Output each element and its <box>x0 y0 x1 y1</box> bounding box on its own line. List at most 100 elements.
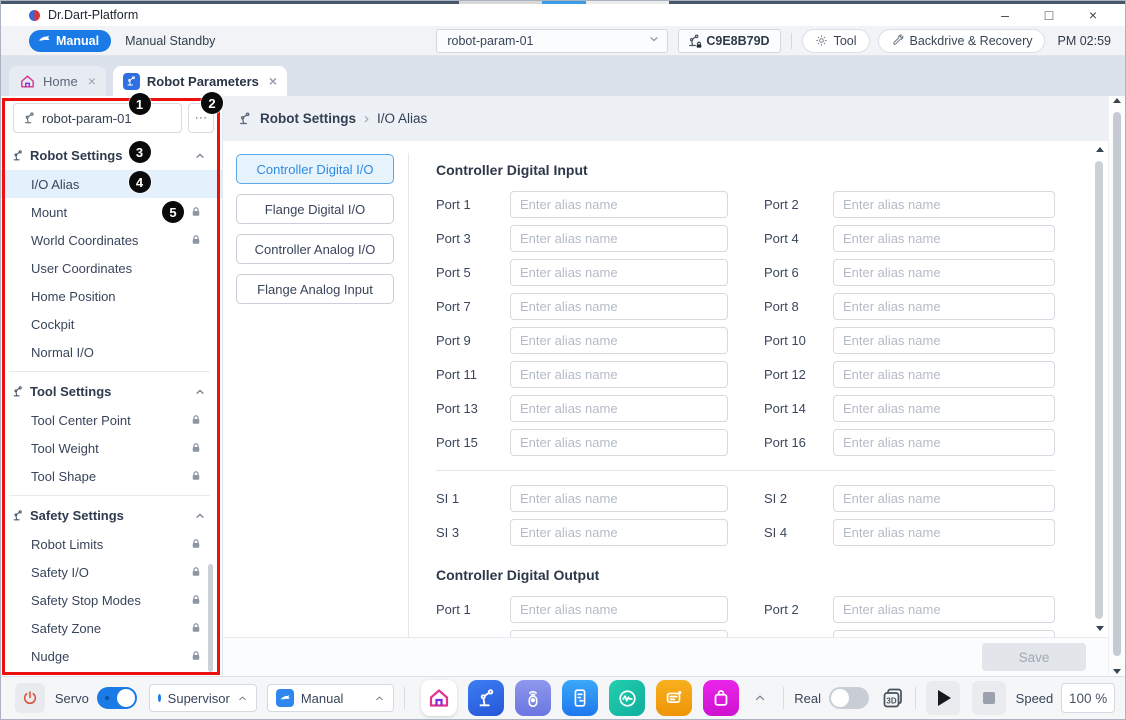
alias-input[interactable] <box>510 361 728 388</box>
alias-input[interactable] <box>510 596 728 623</box>
home-app-icon[interactable] <box>421 680 457 716</box>
scroll-up-icon[interactable] <box>1096 147 1104 152</box>
close-button[interactable]: × <box>1071 5 1115 25</box>
sidebar-item-home-position[interactable]: Home Position <box>1 282 222 310</box>
alias-input[interactable] <box>833 293 1055 320</box>
store-app-icon[interactable] <box>703 680 739 716</box>
page-scrollbar[interactable] <box>1108 96 1125 676</box>
alias-input[interactable] <box>833 395 1055 422</box>
io-button-controller-digital-i-o[interactable]: Controller Digital I/O <box>236 154 394 184</box>
save-button[interactable]: Save <box>982 643 1086 671</box>
alias-input[interactable] <box>510 259 728 286</box>
backdrive-recovery-button[interactable]: Backdrive & Recovery <box>878 29 1046 53</box>
sidebar-item-safety-i-o[interactable]: Safety I/O <box>1 558 222 586</box>
scroll-up-icon[interactable] <box>1113 98 1121 103</box>
form-divider <box>436 470 1055 471</box>
sidebar-item-tool-center-point[interactable]: Tool Center Point <box>1 406 222 434</box>
sidebar-item-robot-limits[interactable]: Robot Limits <box>1 530 222 558</box>
play-button[interactable] <box>926 681 960 715</box>
stop-button[interactable] <box>972 681 1006 715</box>
alias-input[interactable] <box>510 225 728 252</box>
lock-icon <box>190 414 202 426</box>
app-logo-icon <box>29 10 40 21</box>
sidebar-item-mount[interactable]: Mount <box>1 198 222 226</box>
alias-input[interactable] <box>510 429 728 456</box>
sidebar-item-normal-i-o[interactable]: Normal I/O <box>1 338 222 366</box>
tab-robot-parameters[interactable]: Robot Parameters× <box>113 66 287 96</box>
task-writer-app-icon[interactable] <box>562 680 598 716</box>
robot-params-app-icon[interactable] <box>468 680 504 716</box>
remote-control-app-icon[interactable] <box>515 680 551 716</box>
alias-input[interactable] <box>510 485 728 512</box>
param-select-dropdown[interactable]: robot-param-01 <box>436 29 668 53</box>
manual-mode-button[interactable]: Manual <box>29 30 111 52</box>
viewer-3d-button[interactable]: 3D <box>881 686 905 710</box>
alias-row: SI 3SI 4 <box>436 519 1108 546</box>
parameters-sidebar: robot-param-01 ⋯ Robot SettingsI/O Alias… <box>1 96 223 676</box>
bottom-toolbar: Servo Supervisor Manual Real 3D Speed 10… <box>1 676 1125 719</box>
alias-input[interactable] <box>833 429 1055 456</box>
mode-select[interactable]: Manual <box>267 684 394 712</box>
alias-row: Port 15Port 16 <box>436 429 1108 456</box>
lock-icon <box>190 470 202 482</box>
io-button-controller-analog-i-o[interactable]: Controller Analog I/O <box>236 234 394 264</box>
tab-close-icon[interactable]: × <box>269 73 277 89</box>
alias-input[interactable] <box>833 485 1055 512</box>
servo-toggle[interactable] <box>97 687 137 709</box>
minimize-button[interactable]: – <box>983 5 1027 25</box>
tab-close-icon[interactable]: × <box>88 73 96 89</box>
io-button-flange-digital-i-o[interactable]: Flange Digital I/O <box>236 194 394 224</box>
page-scrollbar-thumb[interactable] <box>1113 112 1121 656</box>
port-label: Port 4 <box>764 231 833 246</box>
alias-input[interactable] <box>510 191 728 218</box>
servo-power-button[interactable] <box>15 683 45 713</box>
robot-serial-button[interactable]: C9E8B79D <box>678 29 780 53</box>
robot-icon <box>11 509 24 522</box>
alias-input[interactable] <box>833 596 1055 623</box>
scroll-down-icon[interactable] <box>1113 669 1121 674</box>
role-select[interactable]: Supervisor <box>149 684 257 712</box>
sidebar-item-tool-shape[interactable]: Tool Shape <box>1 462 222 490</box>
breadcrumb-parent[interactable]: Robot Settings <box>260 111 356 126</box>
sidebar-item-safety-zone[interactable]: Safety Zone <box>1 614 222 642</box>
maximize-button[interactable]: □ <box>1027 5 1071 25</box>
sidebar-item-world-coordinates[interactable]: World Coordinates <box>1 226 222 254</box>
section-header-robot-settings[interactable]: Robot Settings <box>1 141 222 170</box>
message-app-icon[interactable] <box>656 680 692 716</box>
sidebar-scrollbar-thumb[interactable] <box>208 564 213 672</box>
monitoring-app-icon[interactable] <box>609 680 645 716</box>
section-divider <box>9 371 210 372</box>
alias-input[interactable] <box>833 259 1055 286</box>
alias-input[interactable] <box>833 225 1055 252</box>
dock-expand-button[interactable] <box>753 691 767 705</box>
sidebar-item-tool-weight[interactable]: Tool Weight <box>1 434 222 462</box>
param-name-field[interactable]: robot-param-01 <box>13 103 182 133</box>
alias-input[interactable] <box>510 395 728 422</box>
content-scrollbar-thumb[interactable] <box>1095 161 1103 619</box>
alias-input[interactable] <box>510 630 728 637</box>
alias-input[interactable] <box>510 519 728 546</box>
sidebar-item-nudge[interactable]: Nudge <box>1 642 222 670</box>
alias-input[interactable] <box>833 191 1055 218</box>
port-label: Port 1 <box>436 602 510 617</box>
real-sim-toggle[interactable] <box>829 687 869 709</box>
sidebar-item-i-o-alias[interactable]: I/O Alias <box>1 170 222 198</box>
alias-input[interactable] <box>510 293 728 320</box>
scroll-down-icon[interactable] <box>1096 626 1104 631</box>
section-header-safety-settings[interactable]: Safety Settings <box>1 501 222 530</box>
tab-home[interactable]: Home× <box>9 66 106 96</box>
alias-input[interactable] <box>833 630 1055 637</box>
tool-button[interactable]: Tool <box>802 29 870 53</box>
sidebar-item-safety-stop-modes[interactable]: Safety Stop Modes <box>1 586 222 614</box>
alias-input[interactable] <box>510 327 728 354</box>
alias-input[interactable] <box>833 327 1055 354</box>
section-header-tool-settings[interactable]: Tool Settings <box>1 377 222 406</box>
alias-input[interactable] <box>833 361 1055 388</box>
sidebar-item-label: World Coordinates <box>31 233 138 248</box>
alias-input[interactable] <box>833 519 1055 546</box>
io-button-flange-analog-input[interactable]: Flange Analog Input <box>236 274 394 304</box>
sidebar-item-cockpit[interactable]: Cockpit <box>1 310 222 338</box>
speed-value-box[interactable]: 100 % <box>1061 683 1115 713</box>
sidebar-item-user-coordinates[interactable]: User Coordinates <box>1 254 222 282</box>
content-scrollbar[interactable] <box>1095 145 1104 633</box>
